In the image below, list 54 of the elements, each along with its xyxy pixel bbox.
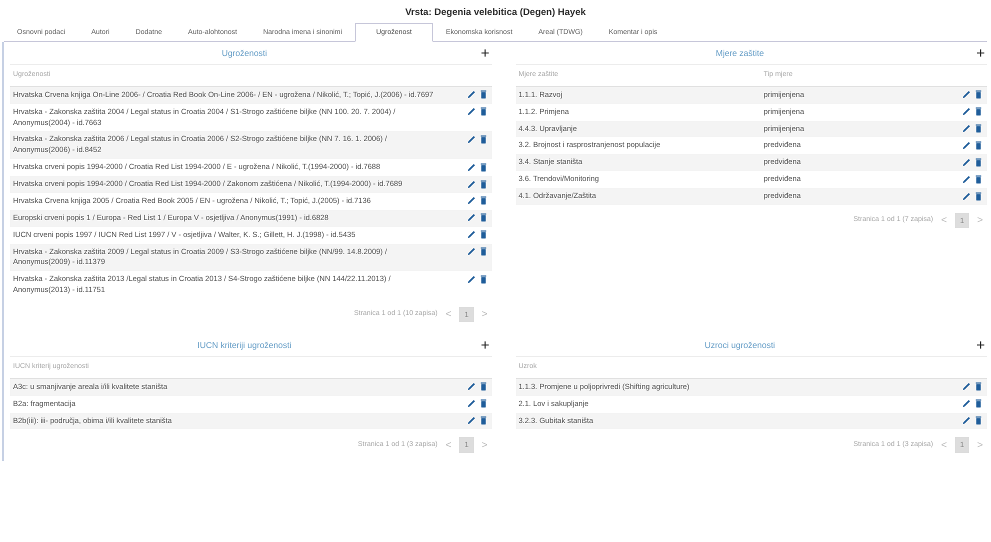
delete-button[interactable] (973, 90, 984, 100)
trash-icon[interactable] (480, 196, 486, 206)
edit-button[interactable] (960, 399, 973, 408)
pencil-icon[interactable] (466, 134, 476, 144)
delete-button[interactable] (973, 416, 984, 426)
delete-button[interactable] (973, 107, 984, 116)
trash-icon[interactable] (480, 274, 486, 284)
pencil-icon[interactable] (466, 274, 476, 284)
delete-button[interactable] (973, 140, 984, 150)
add-button[interactable]: + (974, 46, 987, 61)
trash-icon[interactable] (975, 158, 982, 167)
page-title: Vrsta: Degenia velebitica (Degen) Hayek (404, 6, 587, 20)
edit-button[interactable] (960, 192, 973, 201)
trash-icon[interactable] (975, 192, 982, 201)
delete-button[interactable] (973, 382, 984, 392)
trash-icon[interactable] (975, 124, 982, 134)
trash-icon[interactable] (480, 247, 486, 256)
edit-button[interactable] (960, 90, 973, 100)
trash-icon[interactable] (480, 162, 486, 172)
edit-button[interactable] (960, 158, 973, 167)
edit-button[interactable] (960, 140, 973, 150)
delete-button[interactable] (973, 174, 984, 184)
trash-icon[interactable] (975, 174, 982, 184)
trash-icon[interactable] (480, 180, 486, 189)
trash-icon[interactable] (480, 90, 486, 100)
add-button[interactable]: + (974, 338, 987, 353)
edit-button[interactable] (960, 382, 973, 392)
panel-title: Uzroci ugroženosti (704, 338, 776, 352)
trash-icon[interactable] (975, 90, 982, 100)
trash-icon[interactable] (975, 107, 982, 116)
edit-button[interactable] (960, 416, 973, 426)
trash-icon[interactable] (480, 399, 486, 408)
panel-title: Mjere zaštite (714, 46, 765, 60)
add-button[interactable]: + (478, 338, 492, 353)
trash-icon[interactable] (480, 134, 486, 144)
edit-button[interactable] (960, 174, 973, 184)
trash-icon[interactable] (975, 399, 982, 408)
trash-icon[interactable] (975, 140, 982, 150)
panel-title: IUCN kriteriji ugroženosti (196, 338, 292, 352)
add-button[interactable]: + (478, 46, 492, 61)
edit-button[interactable] (960, 124, 973, 134)
delete-button[interactable] (973, 124, 984, 134)
trash-icon[interactable] (480, 230, 486, 240)
trash-icon[interactable] (975, 416, 982, 426)
trash-icon[interactable] (480, 213, 486, 222)
delete-button[interactable] (973, 192, 984, 201)
edit-button[interactable] (960, 107, 973, 116)
delete-button[interactable] (973, 399, 984, 408)
trash-icon[interactable] (480, 416, 486, 426)
panel-title: Ugroženosti (220, 46, 268, 60)
delete-button[interactable] (973, 158, 984, 167)
trash-icon[interactable] (975, 382, 982, 392)
trash-icon[interactable] (480, 107, 486, 116)
trash-icon[interactable] (480, 382, 486, 392)
